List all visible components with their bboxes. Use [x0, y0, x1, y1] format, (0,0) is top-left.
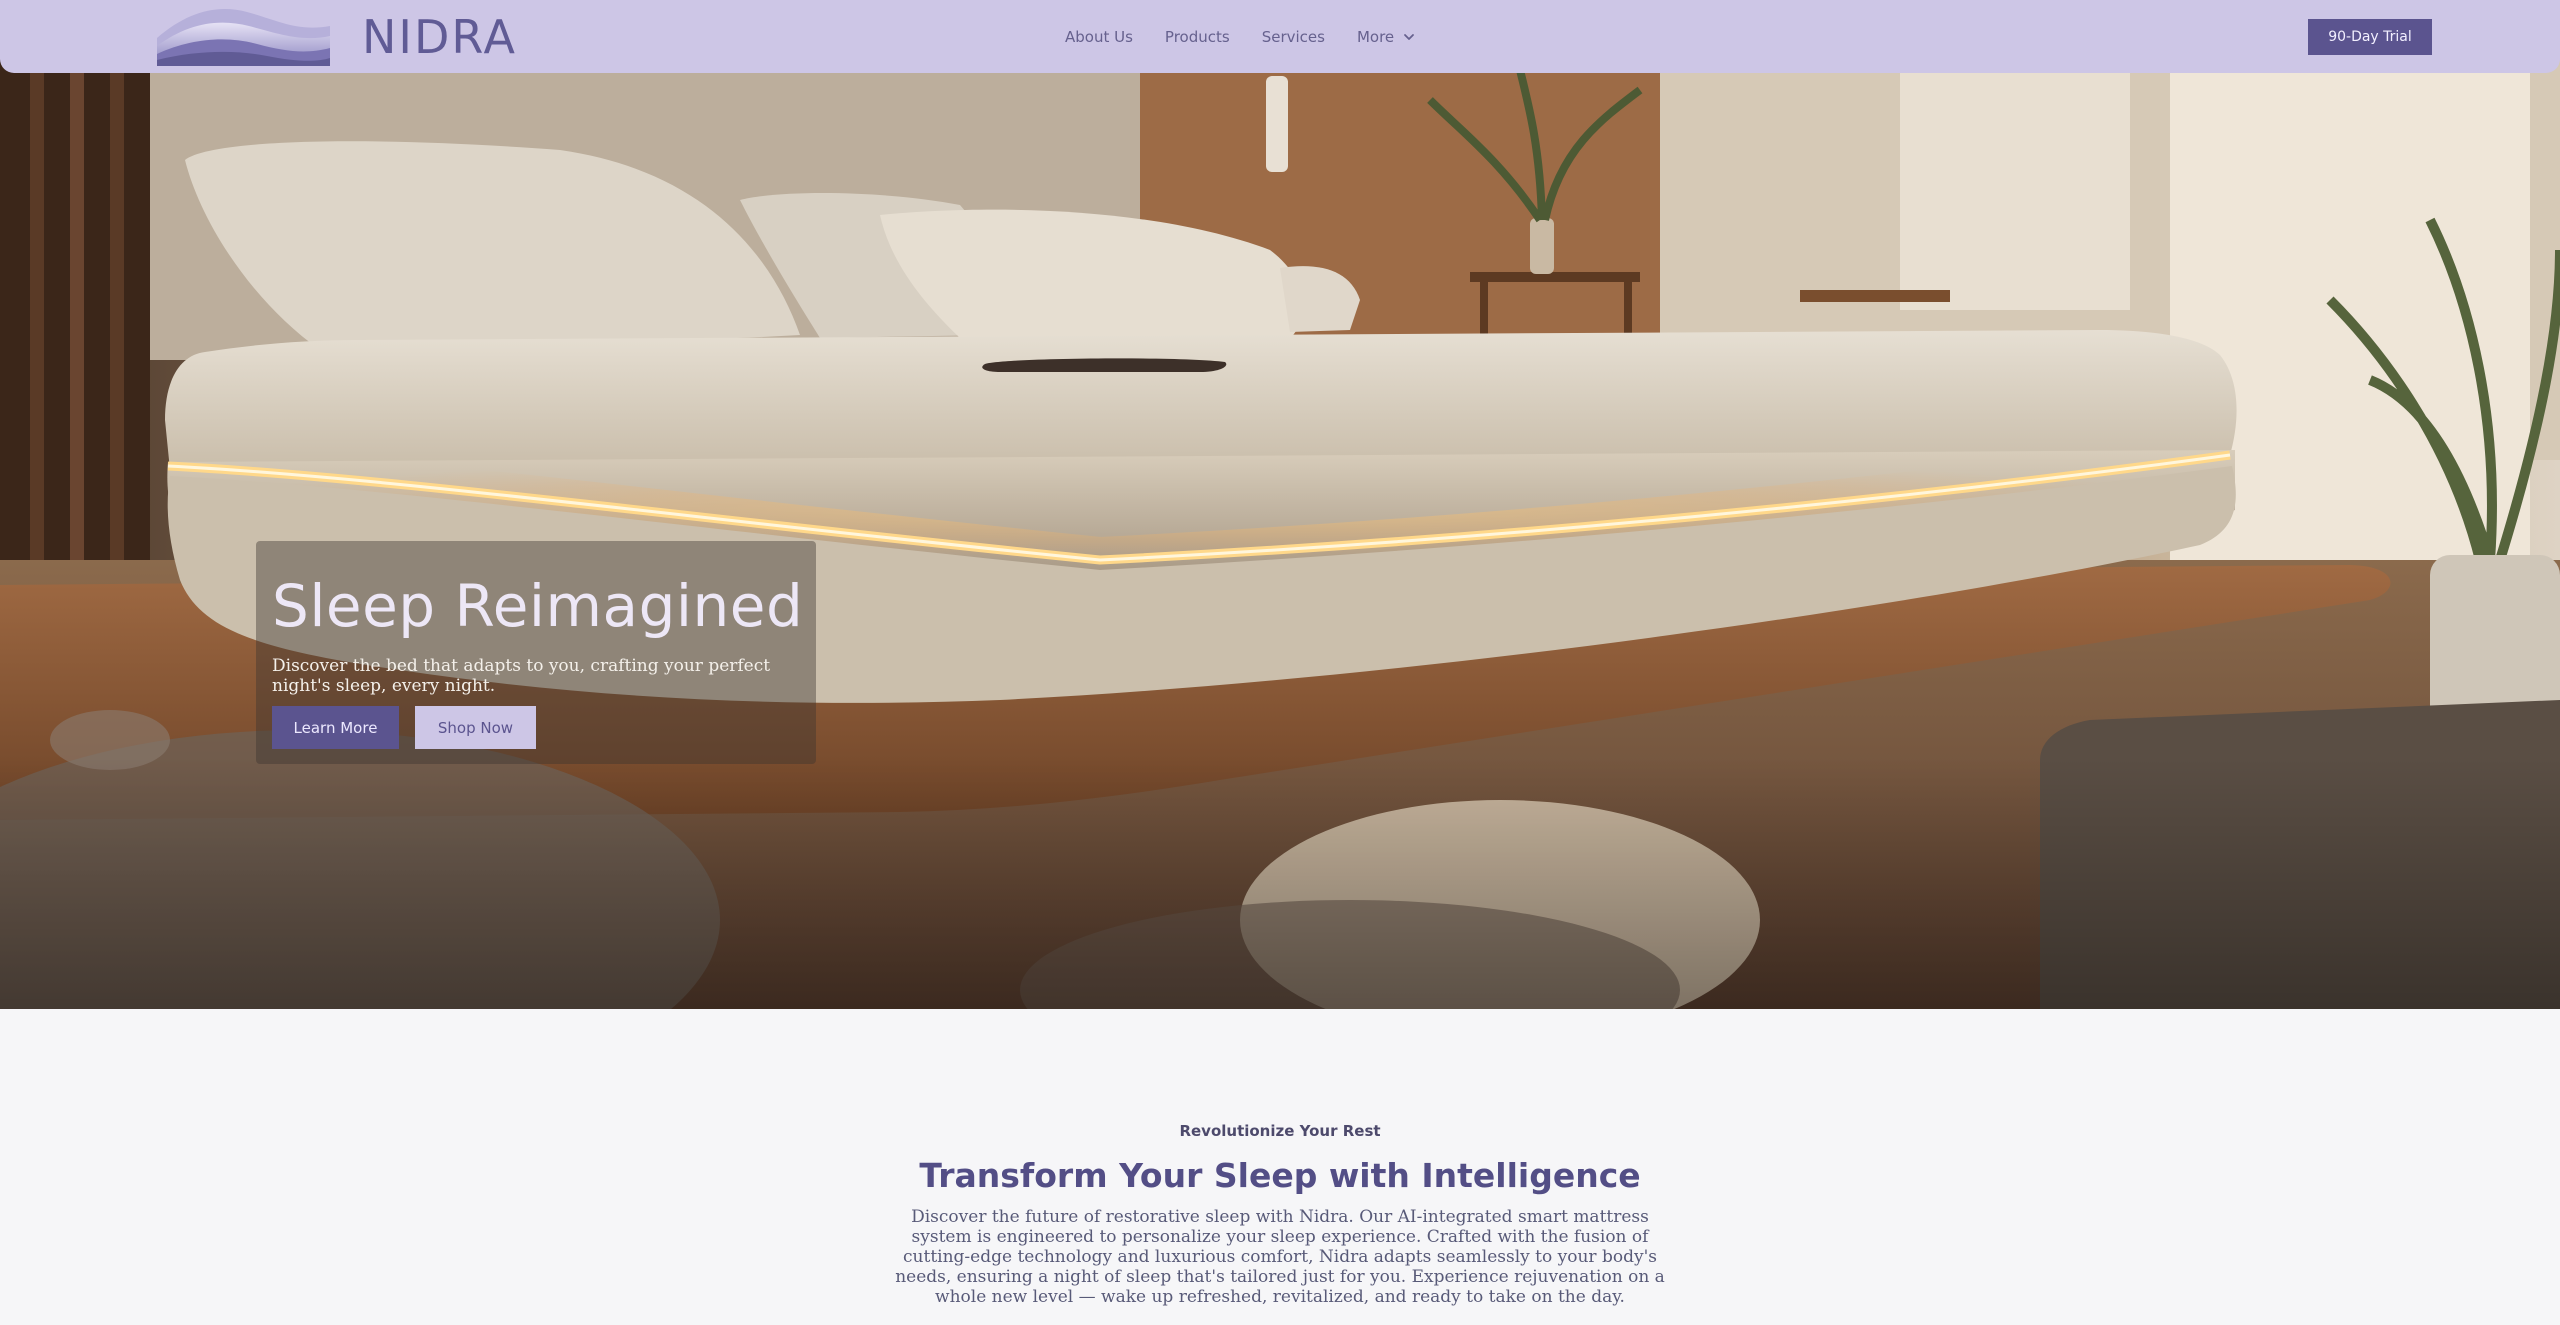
learn-more-button[interactable]: Learn More	[272, 706, 399, 749]
chevron-down-icon	[1404, 33, 1415, 40]
brand-logo[interactable]: NIDRA	[157, 0, 517, 73]
nav-item-label: More	[1356, 27, 1395, 46]
brand-name: NIDRA	[362, 9, 517, 64]
wave-logo-icon	[157, 8, 330, 66]
nav-item-label: Services	[1261, 27, 1325, 46]
main-nav: About Us Products Services More	[1065, 0, 1416, 73]
section-title: Transform Your Sleep with Intelligence	[919, 1156, 1641, 1195]
nav-item-about-us[interactable]: About Us	[1065, 28, 1133, 46]
hero-title: Sleep Reimagined	[272, 572, 804, 640]
nav-item-label: Products	[1164, 27, 1230, 46]
hero-subtitle: Discover the bed that adapts to you, cra…	[272, 656, 771, 696]
nav-item-products[interactable]: Products	[1165, 28, 1230, 46]
hero-section: Sleep Reimagined Discover the bed that a…	[0, 0, 2560, 1009]
hero-bedroom-image	[0, 0, 2560, 1009]
nav-item-label: About Us	[1065, 27, 1133, 46]
nav-item-more[interactable]: More	[1357, 28, 1416, 46]
site-header: NIDRA About Us Products Services More 90…	[0, 0, 2560, 73]
nav-item-services[interactable]: Services	[1262, 28, 1325, 46]
trial-button[interactable]: 90-Day Trial	[2308, 19, 2432, 55]
section-body: Discover the future of restorative sleep…	[895, 1207, 1665, 1307]
shop-now-button[interactable]: Shop Now	[415, 706, 536, 749]
section-eyebrow: Revolutionize Your Rest	[1179, 1122, 1381, 1140]
